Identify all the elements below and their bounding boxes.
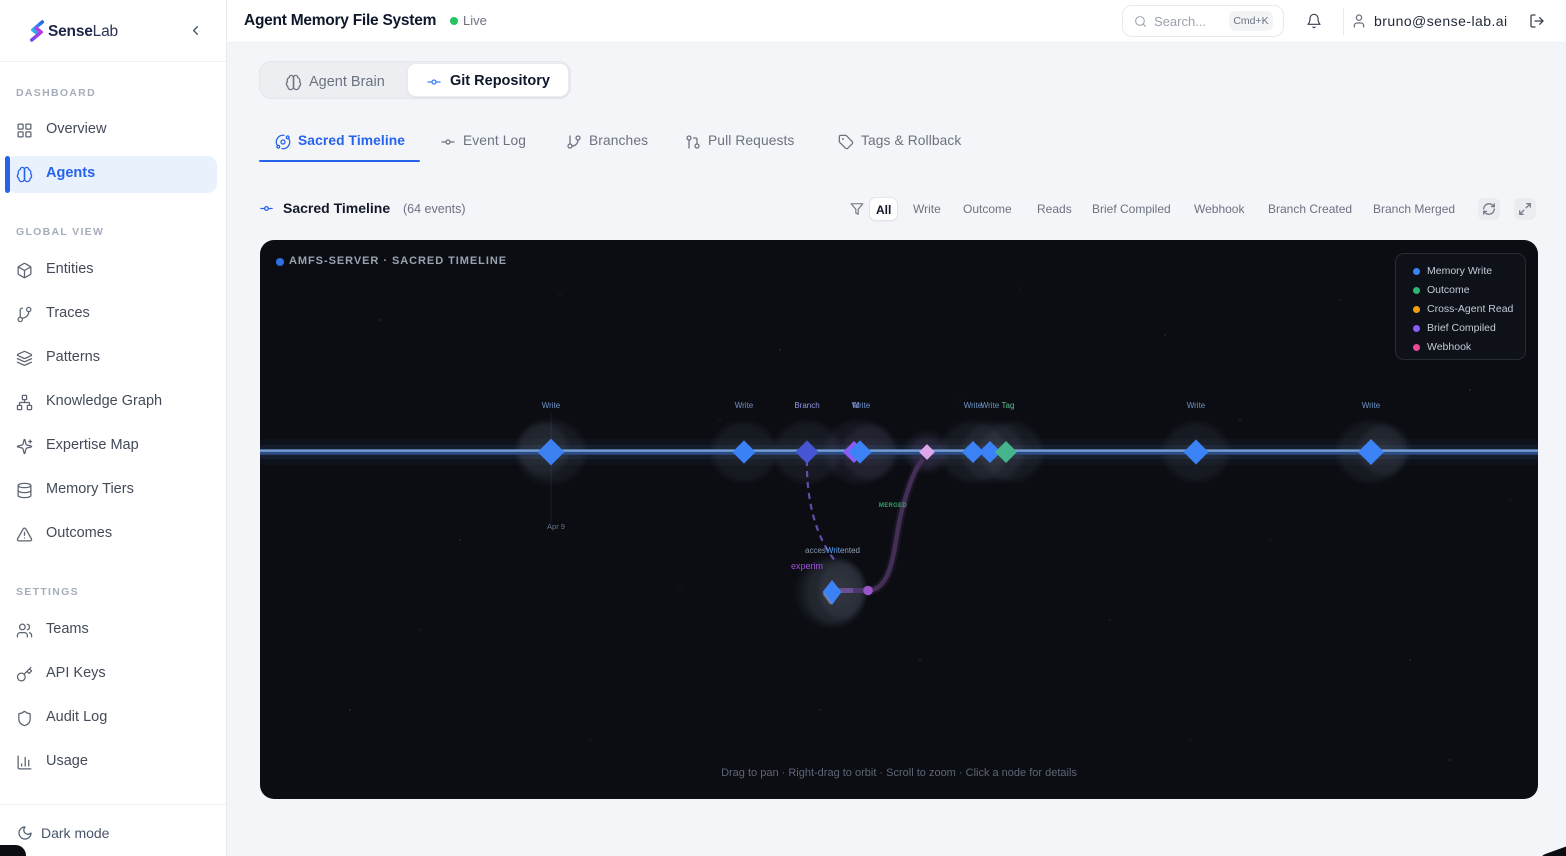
svg-text:Write: Write <box>735 401 754 410</box>
svg-text:Write: Write <box>981 401 1000 410</box>
svg-text:Apr 9: Apr 9 <box>547 522 565 531</box>
svg-text:Tag: Tag <box>1002 401 1015 410</box>
svg-text:Write: Write <box>1187 401 1206 410</box>
svg-text:accesWritented: accesWritented <box>805 546 860 555</box>
svg-text:MERGED: MERGED <box>879 503 908 509</box>
svg-text:Branch: Branch <box>794 401 819 410</box>
svg-text:Write: Write <box>1362 401 1381 410</box>
svg-text:Write: Write <box>852 401 871 410</box>
svg-text:experim: experim <box>791 561 823 571</box>
svg-text:Write: Write <box>542 401 561 410</box>
